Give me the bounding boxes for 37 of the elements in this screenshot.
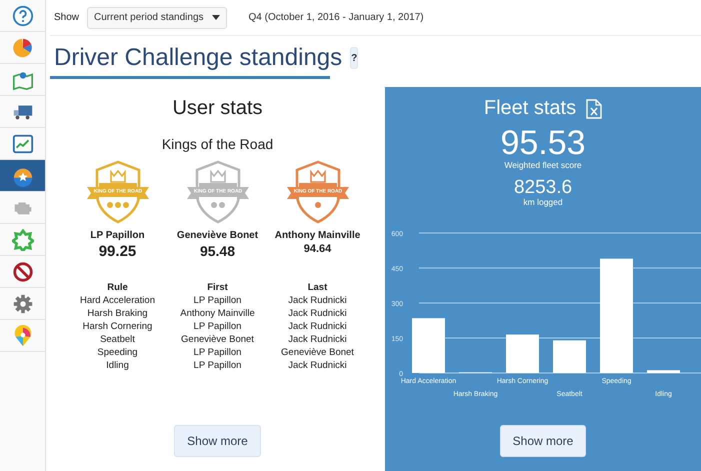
table-cell-text: Jack Rudnicki <box>287 334 348 345</box>
panel-title: User stats <box>172 97 263 120</box>
leader-score: 99.25 <box>98 243 136 260</box>
leader-name: Anthony Mainville <box>274 230 360 241</box>
table-cell-text: LP Papillon <box>192 360 242 371</box>
table-cell-text: Jack Rudnicki <box>287 321 348 332</box>
distance-value: 8253.6 <box>514 178 572 197</box>
table-cell-text: Geneviève Bonet <box>180 334 255 345</box>
panel-title: Fleet stats <box>484 97 576 120</box>
leader-score: 94.64 <box>304 243 332 255</box>
table-cell-text: Jack Rudnicki <box>287 360 348 371</box>
show-label: Show <box>54 12 80 23</box>
leader-name: Geneviève Bonet <box>176 230 258 241</box>
score-label: Weighted fleet score <box>504 160 582 170</box>
table-cell-text: LP Papillon <box>192 347 242 358</box>
period-range: Q4 (October 1, 2016 - January 1, 2017) <box>248 12 424 23</box>
table-cell-text: Harsh Braking <box>86 308 149 319</box>
section-subtitle: Kings of the Road <box>162 136 274 152</box>
column-header: Last <box>306 282 328 293</box>
table-cell-text: Speeding <box>96 347 139 358</box>
table-cell-text: Harsh Cornering <box>82 321 154 332</box>
column-header: First <box>206 282 229 293</box>
leader-score: 95.48 <box>200 243 236 259</box>
table-cell-text: Geneviève Bonet <box>280 347 355 358</box>
table-cell-text: Hard Acceleration <box>79 295 156 306</box>
leader-name: LP Papillon <box>90 230 145 241</box>
table-cell-text: LP Papillon <box>192 295 242 306</box>
table-cell-text: LP Papillon <box>192 321 242 332</box>
table-cell-text: Seatbelt <box>99 334 136 345</box>
table-cell-text: Jack Rudnicki <box>287 308 348 319</box>
fleet-score: 95.53 <box>500 126 586 160</box>
table-cell-text: Idling <box>105 360 130 371</box>
table-cell-text: Jack Rudnicki <box>287 295 348 306</box>
distance-label: km logged <box>523 197 563 207</box>
column-header: Rule <box>106 282 129 293</box>
table-cell-text: Anthony Mainville <box>179 308 256 319</box>
page-title: Driver Challenge standings <box>54 44 342 72</box>
